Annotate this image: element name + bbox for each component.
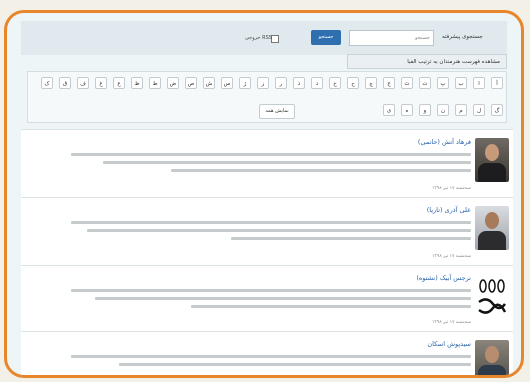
entry-date: سه‌شنبه ۱۷ تیر ۱۳۹۸ (432, 186, 471, 191)
artist-name-link[interactable]: علی آذری (تاریا) (427, 206, 471, 214)
rss-label: خروجی RSS (245, 35, 272, 41)
letter-button[interactable]: ز (257, 77, 269, 89)
letter-button[interactable]: ر (275, 77, 287, 89)
entry-date: سه‌شنبه ۱۷ تیر ۱۳۹۸ (432, 254, 471, 259)
artist-entry: سیدپوش اسکان (21, 331, 513, 375)
letter-button[interactable]: پ (437, 77, 449, 89)
letter-button[interactable]: ژ (239, 77, 251, 89)
artist-entry: نرجس آبیک (نشتوه) سه‌شنبه ۱۷ تیر ۱۳۹۸ (21, 265, 513, 331)
artist-description (71, 218, 471, 245)
letter-button[interactable]: ک (41, 77, 53, 89)
letter-button[interactable]: د (311, 77, 323, 89)
letter-button[interactable]: ف (77, 77, 89, 89)
screen-frame: جستجوی پیشرفته جستجو جستجو خروجی RSS مشا… (4, 10, 524, 378)
artist-entry: فرهاد آتش (حاتمی) سه‌شنبه ۱۷ تیر ۱۳۹۸ (21, 129, 513, 197)
artist-name-link[interactable]: سیدپوش اسکان (427, 340, 471, 348)
letter-button[interactable]: ت (419, 77, 431, 89)
letter-button[interactable]: ج (383, 77, 395, 89)
letter-button[interactable]: ض (167, 77, 179, 89)
artist-description (71, 150, 471, 177)
show-all-button[interactable]: نمایش همه (259, 104, 295, 119)
artist-entry: علی آذری (تاریا) سه‌شنبه ۱۷ تیر ۱۳۹۸ (21, 197, 513, 265)
letter-button[interactable]: ظ (131, 77, 143, 89)
letter-button[interactable]: ق (59, 77, 71, 89)
letter-button[interactable]: ح (347, 77, 359, 89)
letter-button[interactable]: ب (455, 77, 467, 89)
letter-button[interactable]: ن (437, 104, 449, 116)
artist-name-link[interactable]: فرهاد آتش (حاتمی) (418, 138, 471, 146)
letter-button[interactable]: ل (473, 104, 485, 116)
artist-photo[interactable] (475, 206, 509, 250)
artist-photo[interactable] (475, 138, 509, 182)
rss-checkbox[interactable] (271, 35, 279, 43)
letter-button[interactable]: ث (401, 77, 413, 89)
letter-button[interactable]: خ (329, 77, 341, 89)
letter-button[interactable]: ص (185, 77, 197, 89)
letter-button[interactable]: م (455, 104, 467, 116)
letter-button[interactable]: ه (401, 104, 413, 116)
letter-button[interactable]: ع (113, 77, 125, 89)
letter-button[interactable]: و (419, 104, 431, 116)
letter-button[interactable]: ط (149, 77, 161, 89)
letter-button[interactable]: چ (365, 77, 377, 89)
artist-name-link[interactable]: نرجس آبیک (نشتوه) (416, 274, 471, 282)
artist-description (71, 352, 471, 371)
letter-button[interactable]: ذ (293, 77, 305, 89)
entry-date: سه‌شنبه ۱۷ تیر ۱۳۹۸ (432, 320, 471, 325)
letter-button[interactable]: ش (203, 77, 215, 89)
advanced-search-link[interactable]: جستجوی پیشرفته (442, 34, 483, 40)
letter-button[interactable]: آ (491, 77, 503, 89)
search-button[interactable]: جستجو (311, 30, 341, 45)
letter-button[interactable]: ی (383, 104, 395, 116)
alphabet-tooltip: مشاهده فهرست هنرمندان به ترتیب الفبا (347, 54, 507, 69)
artist-description (71, 286, 471, 313)
artist-photo[interactable] (475, 340, 509, 375)
letter-button[interactable]: گ (491, 104, 503, 116)
letter-button[interactable]: ا (473, 77, 485, 89)
artist-logo-image[interactable] (477, 276, 507, 320)
letter-button[interactable]: غ (95, 77, 107, 89)
search-input[interactable]: جستجو (349, 30, 434, 46)
letter-button[interactable]: س (221, 77, 233, 89)
